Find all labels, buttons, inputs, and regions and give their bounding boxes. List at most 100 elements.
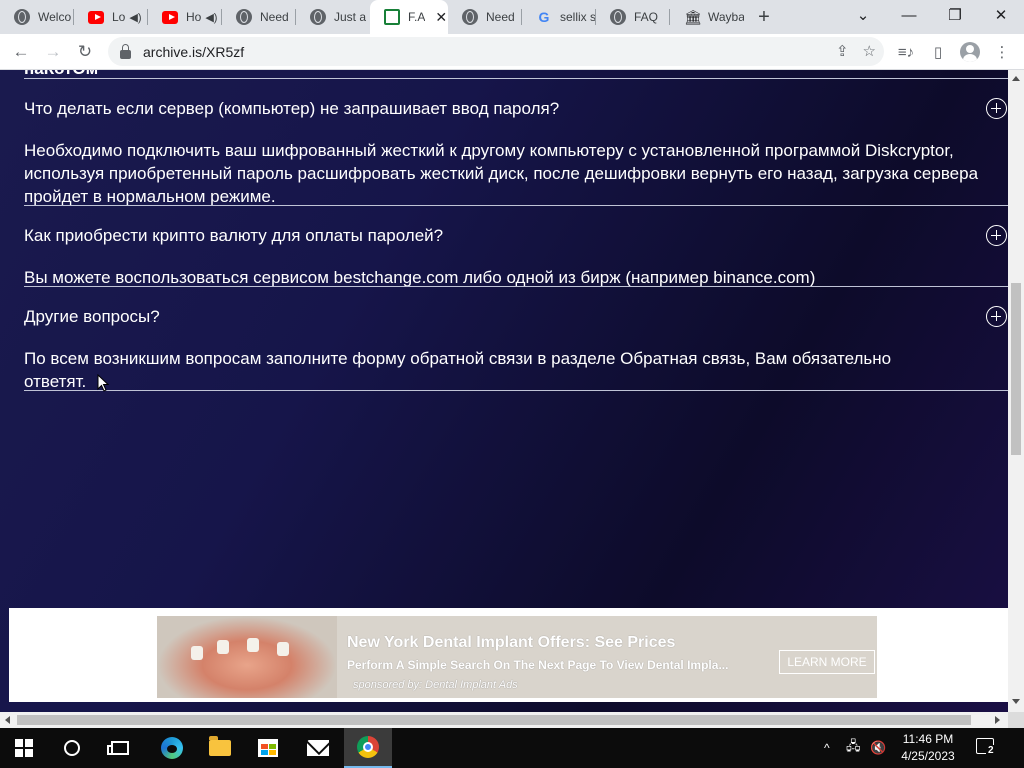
side-panel-icon[interactable]: ▯ [928,42,948,62]
media-control-icon[interactable]: ≡♪ [896,42,916,62]
mail-icon [307,740,329,756]
volume-muted-icon[interactable]: 🔇 [870,728,886,768]
new-tab-button[interactable]: + [744,0,784,34]
windows-taskbar: ^ 🖧 🔇 11:46 PM 4/25/2023 2 [0,728,1024,768]
faq-answer-3: По всем возникшим вопросам заполните фор… [24,349,892,391]
tab-5[interactable]: Just a [296,0,370,34]
tab-6-active[interactable]: F.A ✕ [370,0,448,34]
menu-kebab-icon[interactable]: ⋮ [992,42,1012,62]
tab-2[interactable]: Lo ◀) [74,0,148,34]
google-icon: G [538,9,550,25]
tab-search-icon[interactable]: ⌄ [848,0,878,30]
profile-avatar[interactable] [960,42,980,62]
scroll-left-arrow-icon[interactable] [5,716,10,724]
tab-label: FAQ [634,10,659,24]
tab-1[interactable]: Welco [0,0,74,34]
divider [24,78,1008,79]
faq-answer-1: Необходимо подключить ваш шифрованный же… [24,141,979,206]
edge-taskbar-button[interactable] [148,728,196,768]
edge-icon [161,737,183,759]
scrollbar-corner [1008,712,1024,728]
globe-icon [14,9,30,25]
globe-icon [462,9,478,25]
close-tab-icon[interactable]: ✕ [435,9,447,26]
show-hidden-icons[interactable]: ^ [824,728,830,768]
globe-icon [610,9,626,25]
faq-question-2[interactable]: Как приобрести крипто валюту для оплаты … [24,226,443,246]
scroll-thumb[interactable] [1011,283,1021,455]
cortana-icon [64,740,80,756]
scroll-up-arrow-icon[interactable] [1012,76,1020,81]
divider [24,205,1008,206]
tab-label: Lo [112,10,126,24]
ad-title[interactable]: New York Dental Implant Offers: See Pric… [347,634,675,652]
tab-9[interactable]: FAQ [596,0,670,34]
clock-date: 4/25/2023 [901,749,955,763]
faq-question-3[interactable]: Другие вопросы? [24,307,160,327]
lock-icon[interactable] [120,43,131,59]
system-clock[interactable]: 11:46 PM 4/25/2023 [892,731,964,765]
youtube-icon [162,10,178,24]
tab-3[interactable]: Ho ◀) [148,0,222,34]
store-button[interactable] [244,728,292,768]
notification-count: 2 [986,745,996,756]
archive-icon: 🏛 [684,9,702,25]
vertical-scrollbar[interactable] [1008,70,1024,712]
tab-10[interactable]: 🏛 Wayba [670,0,744,34]
divider [24,390,1008,391]
tab-label: Need [260,10,289,24]
chrome-taskbar-button[interactable] [344,728,392,768]
tab-label: Wayba [708,10,744,24]
close-window-button[interactable]: ✕ [986,0,1016,30]
ad-sponsor: sponsored by: Dental Implant Ads [353,679,518,691]
scroll-right-arrow-icon[interactable] [995,716,1000,724]
tab-label: sellix s [560,10,596,24]
expand-plus-icon[interactable] [986,98,1007,119]
tab-label: Ho [186,10,202,24]
tab-label: Just a [334,10,367,24]
network-icon[interactable]: 🖧 [846,728,861,768]
url-text: archive.is/XR5zf [143,43,245,60]
windows-logo-icon [15,739,33,757]
tab-label: Need [486,10,515,24]
back-button[interactable]: ← [5,36,37,68]
speaker-icon[interactable]: ◀) [205,11,217,24]
store-icon [258,739,278,757]
start-button[interactable] [0,728,48,768]
sheet-icon [384,9,400,25]
tab-label: Welco [38,10,72,24]
faq-question-1[interactable]: Что делать если сервер (компьютер) не за… [24,99,559,119]
chrome-icon [357,736,379,758]
address-bar[interactable]: archive.is/XR5zf ⇪ ☆ [108,37,884,66]
ad-text: Perform A Simple Search On The Next Page… [347,658,729,672]
folder-icon [209,736,231,756]
tab-7[interactable]: Need [448,0,522,34]
expand-plus-icon[interactable] [986,306,1007,327]
forward-button[interactable]: → [37,36,69,68]
tab-8[interactable]: Gsellix s [522,0,596,34]
share-icon[interactable]: ⇪ [836,42,849,60]
task-view-button[interactable] [96,728,144,768]
file-explorer-button[interactable] [196,728,244,768]
ad-banner[interactable]: New York Dental Implant Offers: See Pric… [157,616,877,698]
speaker-icon[interactable]: ◀) [129,11,141,24]
tab-label: F.A [408,10,426,24]
scroll-thumb[interactable] [17,715,971,725]
restore-button[interactable]: ❐ [940,0,970,30]
mail-button[interactable] [294,728,342,768]
tab-4[interactable]: Need [222,0,296,34]
bookmark-star-icon[interactable]: ☆ [863,42,876,60]
dental-implant-image [157,616,337,698]
page-content: наКотОм Что делать если сервер (компьюте… [0,70,1008,712]
youtube-icon [88,10,104,24]
scroll-down-arrow-icon[interactable] [1012,699,1020,704]
expand-plus-icon[interactable] [986,225,1007,246]
learn-more-button[interactable]: LEARN MORE [779,650,875,674]
divider [24,286,1008,287]
clock-time: 11:46 PM [902,732,954,746]
reload-button[interactable]: ↻ [69,36,101,68]
search-button[interactable] [48,728,96,768]
minimize-button[interactable]: — [894,0,924,30]
horizontal-scrollbar[interactable] [0,712,1008,728]
browser-toolbar: ← → ↻ archive.is/XR5zf ⇪ ☆ ≡♪ ▯ ⋮ [0,34,1024,70]
